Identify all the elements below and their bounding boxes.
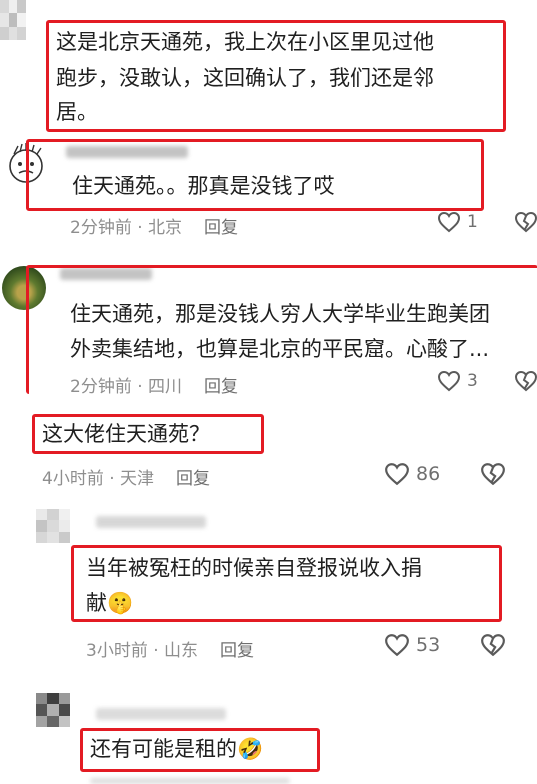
like-count: 53 (416, 634, 441, 656)
comment-location: 北京 (148, 218, 183, 238)
comment-meta: 2分钟前 · 北京 回复 (70, 213, 238, 238)
comment-location: 山东 (164, 641, 199, 661)
comment-text-fragment: 还有可能是租的 (90, 737, 237, 761)
avatar[interactable] (36, 509, 70, 543)
reply-button[interactable]: 回复 (204, 218, 238, 238)
like-count: 86 (416, 463, 441, 485)
rolling-laughing-emoji: 🤣 (237, 737, 264, 761)
broken-heart-icon (481, 463, 505, 486)
meta-separator: · (131, 218, 149, 238)
username-blurred[interactable] (96, 516, 206, 528)
avatar[interactable] (0, 0, 26, 40)
comment-location: 四川 (148, 377, 183, 397)
heart-icon (385, 463, 409, 486)
meta-separator: · (131, 377, 149, 397)
comment-meta: 2分钟前 · 四川 回复 (70, 372, 238, 397)
dislike-button[interactable] (514, 211, 537, 233)
meta-separator: · (103, 469, 121, 489)
comment-text: 还有可能是租的🤣 (90, 731, 263, 767)
comment-meta: 4小时前 · 天津 回复 (42, 464, 210, 489)
reply-button[interactable]: 回复 (220, 641, 254, 661)
like-count: 1 (467, 212, 478, 232)
username-blurred[interactable] (96, 708, 226, 720)
comment-text-line: 居。 (56, 100, 98, 124)
comment-time: 2分钟前 (70, 218, 132, 238)
dislike-button[interactable] (514, 370, 537, 392)
comment-text-line: 住天通苑，那是没钱人穷人大学毕业生跑美团 (70, 302, 490, 326)
dislike-button[interactable] (480, 633, 506, 657)
like-button[interactable]: 53 (384, 633, 440, 657)
heart-icon (437, 370, 461, 392)
reply-button[interactable]: 回复 (176, 469, 210, 489)
like-button[interactable]: 1 (437, 211, 478, 233)
meta-separator: · (147, 641, 165, 661)
like-button[interactable]: 3 (437, 370, 478, 392)
comment-text: 这大佬住天通苑？ (42, 422, 210, 446)
like-count: 3 (467, 371, 478, 391)
reply-button[interactable]: 回复 (204, 377, 238, 397)
comment-location: 天津 (120, 469, 155, 489)
comment-text-line: 跑步，没敢认，这回确认了，我们还是邻 (56, 66, 434, 90)
avatar[interactable] (36, 693, 70, 727)
comment-time: 2分钟前 (70, 377, 132, 397)
like-button[interactable]: 86 (384, 462, 440, 486)
meta-blurred (90, 778, 290, 784)
comment-meta: 3小时前 · 山东 回复 (86, 636, 254, 661)
broken-heart-icon (514, 211, 537, 233)
comment-time: 4小时前 (42, 469, 104, 489)
broken-heart-icon (514, 370, 537, 392)
comment-text-line: 当年被冤枉的时候亲自登报说收入捐 (86, 556, 422, 580)
dislike-button[interactable] (480, 462, 506, 486)
heart-icon (385, 634, 409, 657)
comment-text-line: 献🤫 (86, 585, 133, 621)
comment-time: 3小时前 (86, 641, 148, 661)
comment-text-fragment: 献 (86, 591, 107, 615)
comment-text-line: 这是北京天通苑，我上次在小区里见过他 (56, 30, 434, 54)
broken-heart-icon (481, 634, 505, 657)
heart-icon (437, 211, 461, 233)
comment-text: 住天通苑。。那真是没钱了哎 (72, 174, 335, 198)
comment-text-line: 外卖集结地，也算是北京的平民窟。心酸了... (70, 337, 490, 361)
shushing-face-emoji: 🤫 (107, 591, 134, 615)
